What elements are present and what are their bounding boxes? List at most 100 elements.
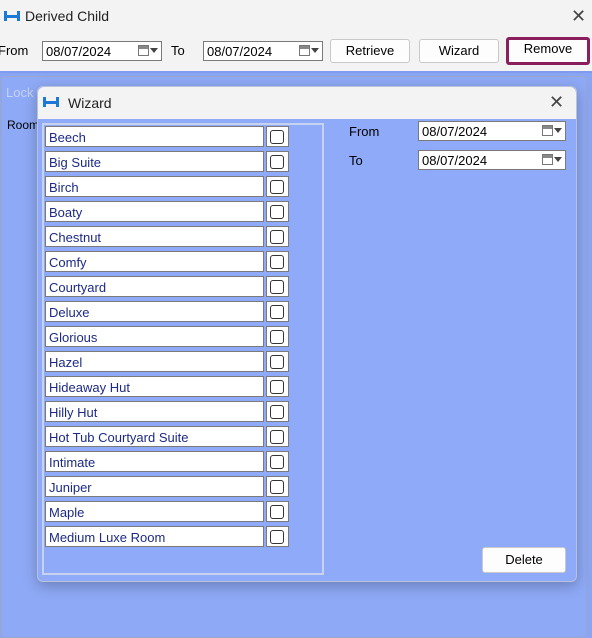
to-date-value: 08/07/2024 (207, 44, 273, 59)
room-check-cell (266, 451, 289, 472)
room-check-cell (266, 126, 289, 147)
wizard-close-icon[interactable]: ✕ (549, 94, 564, 112)
room-check-cell (266, 226, 289, 247)
room-checkbox[interactable] (270, 355, 284, 369)
main-toolbar: From 08/07/2024 To 08/07/2024 Retrieve W… (0, 33, 592, 71)
room-row[interactable]: Big Suite (45, 151, 289, 173)
room-row[interactable]: Courtyard (45, 276, 289, 298)
room-name[interactable]: Big Suite (45, 151, 264, 172)
wizard-to-date-field[interactable]: 08/07/2024 (418, 150, 566, 170)
room-check-cell (266, 301, 289, 322)
room-name[interactable]: Boaty (45, 201, 264, 222)
from-date-value: 08/07/2024 (46, 44, 112, 59)
room-row[interactable]: Chestnut (45, 226, 289, 248)
wizard-from-date-value: 08/07/2024 (422, 124, 488, 139)
room-name[interactable]: Courtyard (45, 276, 264, 297)
calendar-dropdown-icon[interactable] (542, 125, 562, 138)
room-row[interactable]: Maple (45, 501, 289, 523)
room-row[interactable]: Comfy (45, 251, 289, 273)
wizard-from-date-field[interactable]: 08/07/2024 (418, 121, 566, 141)
room-check-cell (266, 351, 289, 372)
calendar-dropdown-icon[interactable] (138, 45, 158, 58)
remove-button[interactable]: Remove (506, 37, 590, 65)
room-checkbox[interactable] (270, 280, 284, 294)
from-date-field[interactable]: 08/07/2024 (42, 41, 162, 61)
room-checkbox[interactable] (270, 305, 284, 319)
room-check-cell (266, 176, 289, 197)
room-check-cell (266, 501, 289, 522)
room-name[interactable]: Medium Luxe Room (45, 526, 264, 547)
room-check-cell (266, 426, 289, 447)
to-date-field[interactable]: 08/07/2024 (203, 41, 323, 61)
room-checkbox[interactable] (270, 530, 284, 544)
room-row[interactable]: Juniper (45, 476, 289, 498)
calendar-dropdown-icon[interactable] (299, 45, 319, 58)
room-row[interactable]: Intimate (45, 451, 289, 473)
room-checkbox[interactable] (270, 480, 284, 494)
room-checkbox[interactable] (270, 230, 284, 244)
room-check-cell (266, 251, 289, 272)
wizard-button[interactable]: Wizard (419, 39, 499, 63)
room-check-cell (266, 201, 289, 222)
room-row[interactable]: Hilly Hut (45, 401, 289, 423)
from-label: From (0, 43, 29, 58)
room-row[interactable]: Glorious (45, 326, 289, 348)
room-checkbox[interactable] (270, 505, 284, 519)
room-checkbox[interactable] (270, 255, 284, 269)
room-check-cell (266, 401, 289, 422)
room-list[interactable]: Beech Big Suite Birch Boaty Chestnut Comfy Cou… (42, 123, 324, 575)
room-row[interactable]: Birch (45, 176, 289, 198)
room-column-label: Room (7, 118, 40, 132)
delete-button[interactable]: Delete (482, 547, 566, 573)
room-row[interactable]: Beech (45, 126, 289, 148)
room-checkbox[interactable] (270, 205, 284, 219)
wizard-titlebar: Wizard ✕ (38, 87, 576, 119)
room-checkbox[interactable] (270, 330, 284, 344)
wizard-dialog: Wizard ✕ Beech Big Suite Birch Boaty Chestnu… (37, 86, 577, 582)
room-checkbox[interactable] (270, 155, 284, 169)
main-titlebar: Derived Child ✕ (0, 0, 592, 34)
wizard-bed-icon (43, 97, 59, 107)
room-checkbox[interactable] (270, 455, 284, 469)
room-name[interactable]: Maple (45, 501, 264, 522)
room-check-cell (266, 526, 289, 547)
room-row[interactable]: Hazel (45, 351, 289, 373)
room-check-cell (266, 376, 289, 397)
room-check-cell (266, 326, 289, 347)
app-bed-icon (4, 11, 20, 21)
retrieve-button[interactable]: Retrieve (330, 39, 410, 63)
room-name[interactable]: Beech (45, 126, 264, 147)
room-row[interactable]: Boaty (45, 201, 289, 223)
room-name[interactable]: Hazel (45, 351, 264, 372)
room-row[interactable]: Medium Luxe Room (45, 526, 289, 548)
main-window-title: Derived Child (25, 8, 110, 24)
room-name[interactable]: Chestnut (45, 226, 264, 247)
room-check-cell (266, 476, 289, 497)
room-name[interactable]: Comfy (45, 251, 264, 272)
wizard-title: Wizard (68, 95, 112, 111)
wizard-to-date-value: 08/07/2024 (422, 153, 488, 168)
main-close-icon[interactable]: ✕ (571, 8, 586, 26)
room-checkbox[interactable] (270, 405, 284, 419)
room-check-cell (266, 151, 289, 172)
room-name[interactable]: Hot Tub Courtyard Suite (45, 426, 264, 447)
room-name[interactable]: Intimate (45, 451, 264, 472)
room-name[interactable]: Hideaway Hut (45, 376, 264, 397)
room-name[interactable]: Hilly Hut (45, 401, 264, 422)
room-checkbox[interactable] (270, 180, 284, 194)
room-row[interactable]: Deluxe (45, 301, 289, 323)
room-row[interactable]: Hideaway Hut (45, 376, 289, 398)
room-check-cell (266, 276, 289, 297)
room-name[interactable]: Glorious (45, 326, 264, 347)
room-checkbox[interactable] (270, 130, 284, 144)
calendar-dropdown-icon[interactable] (542, 154, 562, 167)
room-name[interactable]: Deluxe (45, 301, 264, 322)
room-name[interactable]: Birch (45, 176, 264, 197)
wizard-from-label: From (349, 124, 380, 139)
room-checkbox[interactable] (270, 380, 284, 394)
to-label: To (171, 43, 185, 58)
room-checkbox[interactable] (270, 430, 284, 444)
room-name[interactable]: Juniper (45, 476, 264, 497)
wizard-to-label: To (349, 153, 363, 168)
room-row[interactable]: Hot Tub Courtyard Suite (45, 426, 289, 448)
